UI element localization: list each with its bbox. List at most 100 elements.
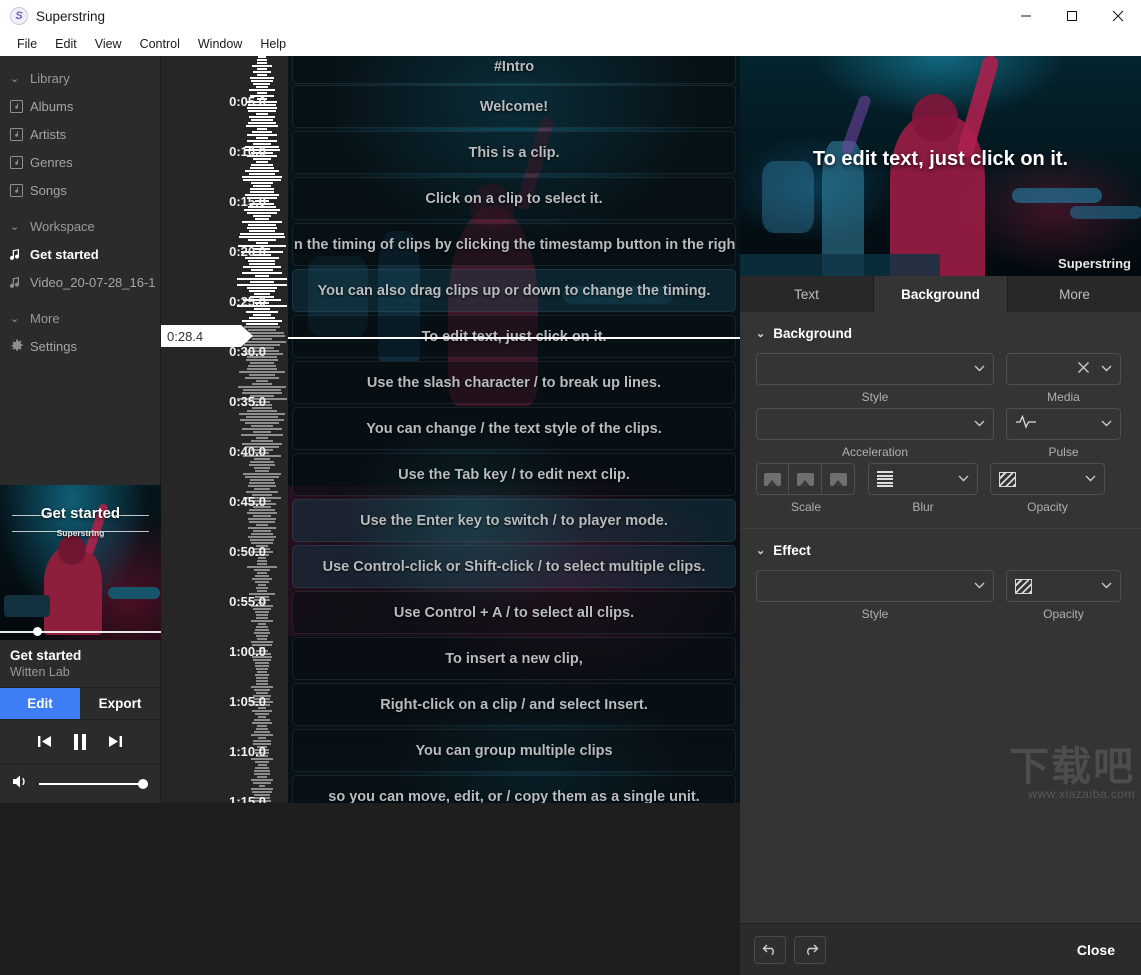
clip-row[interactable]: so you can move, edit, or / copy them as…	[292, 775, 736, 803]
background-media-label: Media	[1006, 390, 1121, 404]
playhead-timestamp[interactable]: 0:28.4	[161, 325, 241, 347]
timeline-ruler[interactable]: 0:05.0 0:10.0 0:15.0 0:20.0 0:25.0 0:30.…	[161, 56, 288, 803]
scale-segmented-control[interactable]	[756, 463, 856, 495]
album-artwork[interactable]: Get started Superstring	[0, 485, 161, 640]
clip-scroll-container[interactable]: #Intro Welcome! This is a clip. Click on…	[288, 56, 740, 803]
clip-row[interactable]: You can also drag clips up or down to ch…	[292, 269, 736, 312]
clip-row[interactable]: Use the Enter key to switch / to player …	[292, 499, 736, 542]
section-header-effect[interactable]: ⌄ Effect	[740, 529, 1141, 566]
tab-more[interactable]: More	[1008, 276, 1141, 312]
preview-overlay-text: To edit text, just click on it.	[740, 148, 1141, 171]
minimize-button[interactable]	[1003, 0, 1049, 32]
sidebar-item-label: Artists	[30, 127, 66, 142]
close-window-button[interactable]	[1095, 0, 1141, 32]
clip-row[interactable]: gn the timing of clips by clicking the t…	[292, 223, 736, 266]
sidebar-group-library[interactable]: ⌄ Library	[0, 64, 160, 92]
control-opacity-background: Opacity	[990, 463, 1105, 514]
minimize-icon	[1020, 10, 1032, 22]
volume-icon[interactable]	[12, 774, 29, 793]
sidebar-item-songs[interactable]: Songs	[0, 176, 160, 204]
volume-track	[39, 783, 148, 785]
scale-option-2[interactable]	[789, 463, 822, 495]
tab-text[interactable]: Text	[740, 276, 874, 312]
background-opacity-select[interactable]	[990, 463, 1105, 495]
chevron-down-icon: ⌄	[10, 220, 30, 233]
clip-row[interactable]: Right-click on a clip / and select Inser…	[292, 683, 736, 726]
clip-row[interactable]: Use Control + A / to select all clips.	[292, 591, 736, 634]
clip-row[interactable]: Use the Tab key / to edit next clip.	[292, 453, 736, 496]
menu-file[interactable]: File	[8, 34, 46, 54]
image-icon	[797, 473, 814, 486]
timeline-tick: 0:15.0	[161, 194, 266, 209]
clip-row[interactable]: Use the slash character / to break up li…	[292, 361, 736, 404]
sidebar-item-label: Video_20-07-28_16-1	[30, 275, 156, 290]
undo-button[interactable]	[754, 936, 786, 964]
track-title: Get started	[10, 648, 150, 663]
tab-background[interactable]: Background	[874, 276, 1008, 312]
artwork-progress-slider[interactable]	[0, 630, 161, 633]
menu-help[interactable]: Help	[251, 34, 295, 54]
sidebar-item-video[interactable]: Video_20-07-28_16-1	[0, 268, 160, 296]
effect-style-select[interactable]	[756, 570, 994, 602]
clip-row[interactable]: Click on a clip to select it.	[292, 177, 736, 220]
scale-option-3[interactable]	[822, 463, 855, 495]
app-logo-icon: S	[10, 7, 28, 25]
audio-waveform	[236, 56, 288, 803]
clip-row[interactable]: To insert a new clip,	[292, 637, 736, 680]
sidebar: ⌄ Library Albums Artists Genres Songs	[0, 56, 161, 803]
clip-row[interactable]: You can change / the text style of the c…	[292, 407, 736, 450]
section-title: Effect	[773, 543, 811, 558]
background-style-select[interactable]	[756, 353, 994, 385]
control-effect-opacity: Opacity	[1006, 570, 1121, 621]
blur-lines-icon	[877, 471, 893, 487]
sidebar-item-albums[interactable]: Albums	[0, 92, 160, 120]
player-card: Get started Superstring Get started Witt…	[0, 485, 160, 803]
section-header-background[interactable]: ⌄ Background	[740, 312, 1141, 349]
clip-row[interactable]: This is a clip.	[292, 131, 736, 174]
next-button[interactable]	[108, 735, 123, 748]
menu-view[interactable]: View	[86, 34, 131, 54]
pulse-select[interactable]	[1006, 408, 1121, 440]
opacity-hatch-icon	[1015, 579, 1032, 594]
menu-control[interactable]: Control	[131, 34, 189, 54]
progress-knob[interactable]	[33, 627, 42, 636]
video-preview[interactable]: To edit text, just click on it. Superstr…	[740, 56, 1141, 276]
acceleration-select[interactable]	[756, 408, 994, 440]
sidebar-group-more[interactable]: ⌄ More	[0, 304, 160, 332]
clip-row[interactable]: Welcome!	[292, 85, 736, 128]
timeline-tick: 0:35.0	[161, 394, 266, 409]
sidebar-item-genres[interactable]: Genres	[0, 148, 160, 176]
scale-option-1[interactable]	[756, 463, 789, 495]
sidebar-item-get-started[interactable]: Get started	[0, 240, 160, 268]
close-icon[interactable]	[1077, 361, 1090, 377]
menu-window[interactable]: Window	[189, 34, 251, 54]
chevron-down-icon	[1101, 580, 1112, 592]
export-button[interactable]: Export	[80, 688, 160, 719]
album-art-subtitle: Superstring	[0, 528, 161, 538]
volume-knob[interactable]	[138, 779, 148, 789]
redo-button[interactable]	[794, 936, 826, 964]
clip-row[interactable]: You can group multiple clips	[292, 729, 736, 772]
control-acceleration: Acceleration	[756, 408, 994, 459]
sidebar-group-workspace[interactable]: ⌄ Workspace	[0, 212, 160, 240]
close-button[interactable]: Close	[1065, 936, 1127, 964]
effect-opacity-select[interactable]	[1006, 570, 1121, 602]
clip-row[interactable]: #Intro	[292, 56, 736, 84]
volume-slider[interactable]	[39, 778, 148, 790]
sidebar-item-settings[interactable]: Settings	[0, 332, 160, 360]
pause-button[interactable]	[74, 734, 86, 750]
blur-select[interactable]	[868, 463, 978, 495]
clip-timeline[interactable]: #Intro Welcome! This is a clip. Click on…	[288, 56, 740, 803]
control-pulse: Pulse	[1006, 408, 1121, 459]
panel-bottom-bar: Close	[740, 923, 1141, 975]
maximize-button[interactable]	[1049, 0, 1095, 32]
menu-edit[interactable]: Edit	[46, 34, 86, 54]
clip-row[interactable]: Use Control-click or Shift-click / to se…	[292, 545, 736, 588]
background-media-select[interactable]	[1006, 353, 1121, 385]
chevron-down-icon	[958, 473, 969, 485]
edit-button[interactable]: Edit	[0, 688, 80, 719]
control-row-acceleration-pulse: Acceleration Pulse	[740, 408, 1141, 459]
background-style-label: Style	[756, 390, 994, 404]
previous-button[interactable]	[37, 735, 52, 748]
sidebar-item-artists[interactable]: Artists	[0, 120, 160, 148]
